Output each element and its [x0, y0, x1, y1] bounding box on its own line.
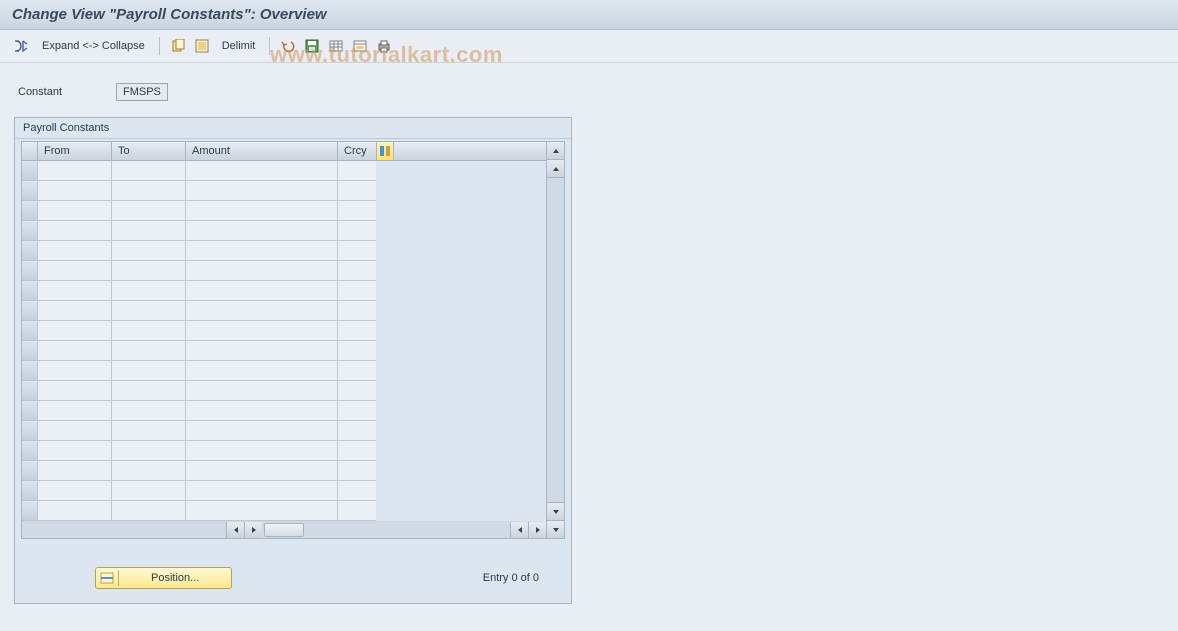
undo-icon[interactable] — [278, 36, 298, 56]
table-row[interactable] — [22, 441, 546, 461]
table-row[interactable] — [22, 421, 546, 441]
table-settings-icon[interactable] — [350, 36, 370, 56]
grid: From To Amount Crcy — [15, 139, 571, 539]
separator — [269, 37, 270, 55]
position-label: Position... — [121, 572, 229, 584]
save-icon[interactable] — [302, 36, 322, 56]
content-area: Constant FMSPS Payroll Constants From To… — [0, 63, 1178, 614]
table-row[interactable] — [22, 481, 546, 501]
vertical-scrollbar[interactable] — [547, 141, 565, 539]
horizontal-scrollbar[interactable] — [21, 521, 547, 539]
toggle-icon[interactable] — [10, 36, 32, 56]
scroll-thumb[interactable] — [264, 523, 304, 537]
table-row[interactable] — [22, 381, 546, 401]
entry-count: Entry 0 of 0 — [483, 572, 539, 584]
print-icon[interactable] — [374, 36, 394, 56]
page-title: Change View "Payroll Constants": Overvie… — [0, 0, 1178, 30]
table-row[interactable] — [22, 221, 546, 241]
scroll-left-icon[interactable] — [226, 522, 244, 538]
table-row[interactable] — [22, 341, 546, 361]
constant-value: FMSPS — [116, 83, 168, 101]
panel-title: Payroll Constants — [15, 118, 571, 139]
scroll-right2-icon[interactable] — [528, 522, 546, 538]
scroll-left2-icon[interactable] — [510, 522, 528, 538]
table-row[interactable] — [22, 501, 546, 521]
table-row[interactable] — [22, 201, 546, 221]
constant-field-row: Constant FMSPS — [18, 83, 1164, 101]
scroll-up2-icon[interactable] — [547, 160, 564, 178]
table-icon[interactable] — [326, 36, 346, 56]
payroll-constants-panel: Payroll Constants From To Amount Crcy — [14, 117, 572, 604]
table-row[interactable] — [22, 301, 546, 321]
table-row[interactable] — [22, 321, 546, 341]
expand-collapse-button[interactable]: Expand <-> Collapse — [36, 40, 151, 52]
delimit-button[interactable]: Delimit — [216, 40, 262, 52]
constant-label: Constant — [18, 86, 108, 98]
separator — [159, 37, 160, 55]
position-button[interactable]: Position... — [95, 567, 232, 589]
scroll-down-icon[interactable] — [547, 520, 564, 538]
table-row[interactable] — [22, 281, 546, 301]
select-all-icon[interactable] — [192, 36, 212, 56]
grid-rows — [21, 161, 547, 521]
col-crcy[interactable]: Crcy — [338, 142, 376, 160]
table-row[interactable] — [22, 401, 546, 421]
table-row[interactable] — [22, 161, 546, 181]
table-row[interactable] — [22, 461, 546, 481]
table-row[interactable] — [22, 261, 546, 281]
table-row[interactable] — [22, 241, 546, 261]
toolbar: Expand <-> Collapse Delimit — [0, 30, 1178, 63]
scroll-up-icon[interactable] — [547, 142, 564, 160]
col-amount[interactable]: Amount — [186, 142, 338, 160]
scroll-down2-icon[interactable] — [547, 502, 564, 520]
table-row[interactable] — [22, 181, 546, 201]
table-row[interactable] — [22, 361, 546, 381]
col-to[interactable]: To — [112, 142, 186, 160]
grid-header: From To Amount Crcy — [21, 141, 547, 161]
col-from[interactable]: From — [38, 142, 112, 160]
configure-columns-icon[interactable] — [376, 142, 394, 160]
panel-footer: Position... Entry 0 of 0 — [15, 539, 571, 595]
scroll-right-icon[interactable] — [244, 522, 262, 538]
copy-icon[interactable] — [168, 36, 188, 56]
select-all-header[interactable] — [22, 142, 38, 160]
position-icon — [98, 571, 116, 585]
